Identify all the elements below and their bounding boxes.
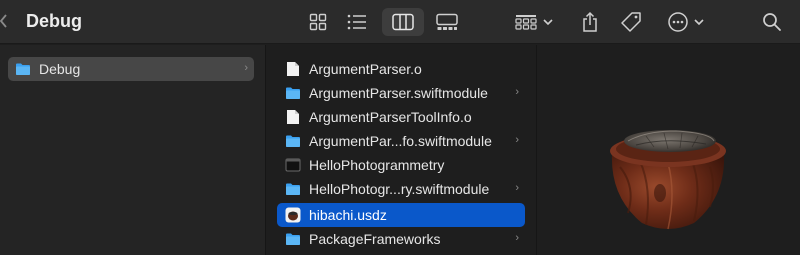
ellipsis-icon	[668, 12, 688, 32]
chevron-right-icon: ›	[515, 134, 519, 146]
folder-item[interactable]: ArgumentParser.swiftmodule ›	[277, 81, 525, 105]
search-icon	[763, 13, 781, 31]
preview-pane	[538, 45, 800, 255]
folder-item[interactable]: ArgumentPar...fo.swiftmodule ›	[277, 129, 525, 153]
terminal-executable-icon	[285, 157, 301, 173]
list-view-button[interactable]	[341, 8, 373, 36]
folder-label: Debug	[39, 61, 81, 77]
folder-label: ArgumentParser.swiftmodule	[309, 85, 488, 101]
toolbar: Debug	[0, 0, 800, 44]
grid-icon	[309, 13, 327, 31]
file-label: ArgumentParserToolInfo.o	[309, 109, 472, 125]
chevron-left-icon	[0, 14, 7, 28]
folder-icon	[285, 231, 301, 247]
file-label: hibachi.usdz	[309, 207, 387, 223]
group-icon	[515, 15, 537, 30]
file-item[interactable]: ArgumentParserToolInfo.o	[277, 105, 525, 129]
parent-column: Debug ›	[0, 45, 266, 255]
group-menu-button[interactable]	[510, 8, 558, 36]
document-icon	[285, 61, 301, 77]
document-icon	[285, 109, 301, 125]
file-label: ArgumentParser.o	[309, 61, 422, 77]
search-button[interactable]	[758, 8, 786, 36]
back-button[interactable]	[0, 10, 10, 32]
share-icon	[583, 11, 597, 32]
chevron-right-icon: ›	[515, 86, 519, 98]
file-label: HelloPhotogrammetry	[309, 157, 445, 173]
file-item[interactable]: ArgumentParser.o	[277, 57, 525, 81]
contents-column: ArgumentParser.o ArgumentParser.swiftmod…	[267, 45, 537, 255]
chevron-down-icon	[543, 19, 553, 26]
folder-icon	[285, 85, 301, 101]
finder-window: Debug Debug › ArgumentParser.o ArgumentP…	[0, 0, 800, 255]
chevron-down-icon	[694, 19, 704, 26]
icon-view-button[interactable]	[302, 8, 334, 36]
chevron-right-icon: ›	[244, 62, 248, 74]
more-menu-button[interactable]	[664, 8, 708, 36]
folder-icon	[285, 133, 301, 149]
folder-item[interactable]: PackageFrameworks ›	[277, 227, 525, 251]
folder-item-debug[interactable]: Debug ›	[8, 57, 254, 81]
hibachi-model-preview	[610, 130, 726, 230]
folder-label: HelloPhotogr...ry.swiftmodule	[309, 181, 490, 197]
window-title: Debug	[26, 11, 82, 31]
gallery-view-button[interactable]	[430, 8, 464, 36]
folder-item[interactable]: HelloPhotogr...ry.swiftmodule ›	[277, 177, 525, 201]
share-button[interactable]	[576, 8, 604, 36]
gallery-icon	[436, 13, 458, 30]
column-view-button[interactable]	[382, 8, 424, 36]
list-icon	[347, 14, 366, 30]
file-item-selected[interactable]: hibachi.usdz	[277, 203, 525, 227]
tag-button[interactable]	[616, 8, 646, 36]
file-item[interactable]: HelloPhotogrammetry	[277, 153, 525, 177]
tag-icon	[621, 12, 641, 32]
chevron-right-icon: ›	[515, 232, 519, 244]
columns-icon	[392, 13, 414, 31]
folder-label: ArgumentPar...fo.swiftmodule	[309, 133, 492, 149]
folder-icon	[15, 61, 31, 77]
folder-label: PackageFrameworks	[309, 231, 441, 247]
chevron-right-icon: ›	[515, 182, 519, 194]
folder-icon	[285, 181, 301, 197]
usdz-thumbnail-icon	[285, 207, 301, 223]
